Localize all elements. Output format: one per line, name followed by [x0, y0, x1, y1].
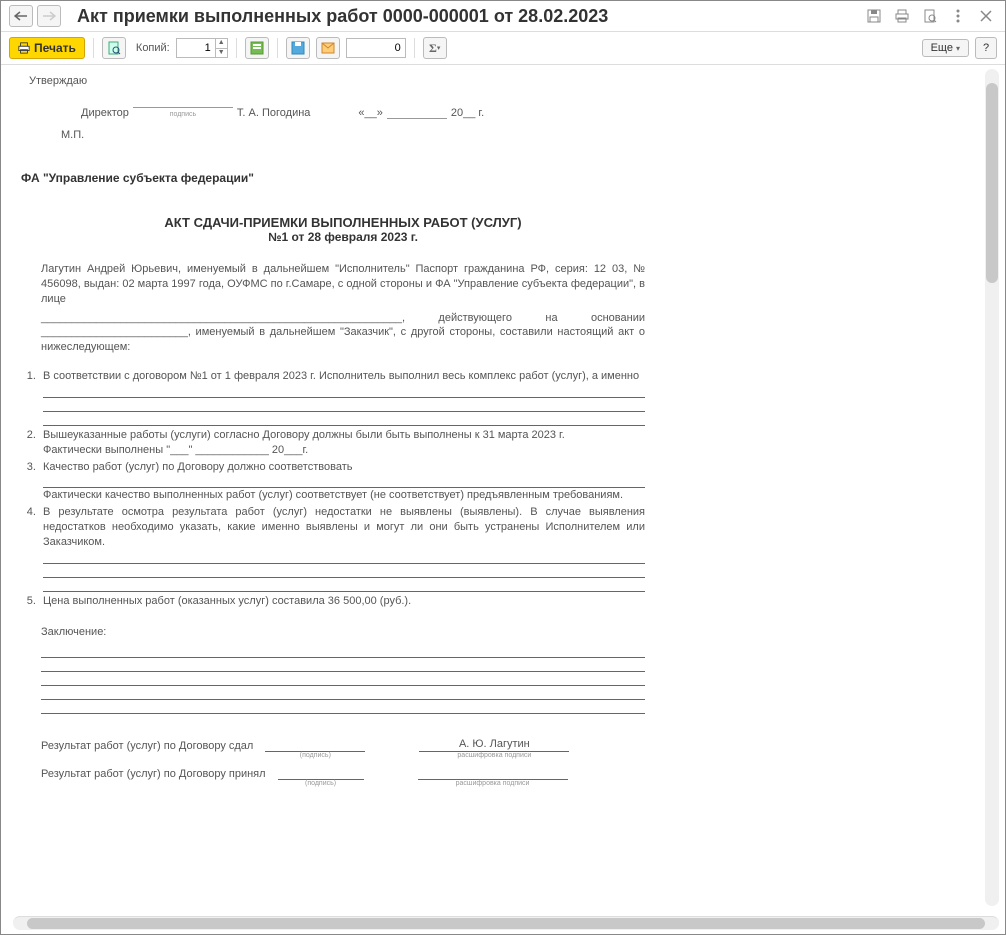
template-button[interactable] — [245, 37, 269, 59]
director-name: Т. А. Погодина — [237, 107, 311, 119]
save-button[interactable] — [286, 37, 310, 59]
date-year: 20__ г. — [451, 107, 484, 119]
point-1: В соответствии с договором №1 от 1 февра… — [39, 369, 645, 426]
window-title: Акт приемки выполненных работ 0000-00000… — [77, 6, 859, 27]
print-button-label: Печать — [34, 41, 76, 55]
sign-delivered-label: Результат работ (услуг) по Договору сдал — [41, 740, 253, 752]
doc-subtitle: №1 от 28 февраля 2023 г. — [41, 230, 645, 244]
copies-spinner[interactable]: ▲▼ — [216, 38, 228, 58]
sign-sublabel: (подпись) — [265, 752, 365, 759]
more-button-label: Еще — [931, 42, 953, 54]
vertical-scrollbar[interactable] — [985, 69, 999, 906]
help-button[interactable]: ? — [975, 37, 997, 59]
document-page: Утверждаю Директор подпись Т. А. Погодин… — [13, 65, 653, 820]
save-icon[interactable] — [863, 5, 885, 27]
print-button[interactable]: Печать — [9, 37, 85, 59]
help-label: ? — [983, 42, 989, 54]
sign-accepted-label: Результат работ (услуг) по Договору прин… — [41, 768, 266, 780]
sign-sublabel: подпись — [133, 111, 233, 119]
conclusion-label: Заключение: — [41, 625, 645, 640]
sign-sublabel: (подпись) — [278, 780, 364, 787]
point-5: Цена выполненных работ (оказанных услуг)… — [39, 594, 645, 609]
mp-label: М.П. — [61, 129, 645, 141]
more-menu-icon[interactable] — [947, 5, 969, 27]
name-sublabel: расшифровка подписи — [418, 780, 568, 787]
app-window: Акт приемки выполненных работ 0000-00000… — [0, 0, 1006, 935]
point-4: В результате осмотра результата работ (у… — [39, 505, 645, 592]
sign-delivered-name: А. Ю. Лагутин — [459, 738, 530, 750]
mail-button[interactable] — [316, 37, 340, 59]
copies-label: Копий: — [136, 42, 170, 54]
preamble-1: Лагутин Андрей Юрьевич, именуемый в даль… — [41, 262, 645, 307]
toolbar: Печать Копий: ▲▼ Σ ▾ — [1, 32, 1005, 65]
preamble-2: ________________________________________… — [41, 311, 645, 356]
close-icon[interactable] — [975, 5, 997, 27]
horizontal-scrollbar[interactable] — [13, 916, 999, 930]
print-icon[interactable] — [891, 5, 913, 27]
copies-input[interactable] — [176, 38, 216, 58]
separator — [414, 38, 415, 58]
date-open: «__» — [358, 107, 382, 119]
director-label: Директор — [81, 107, 129, 119]
scrollbar-thumb[interactable] — [986, 83, 998, 283]
sum-button[interactable]: Σ ▾ — [423, 37, 447, 59]
more-button[interactable]: Еще ▾ — [922, 39, 969, 57]
back-button[interactable] — [9, 5, 33, 27]
separator — [236, 38, 237, 58]
preview-button[interactable] — [102, 37, 126, 59]
point-3: Качество работ (услуг) по Договору должн… — [39, 460, 645, 504]
preview-icon[interactable] — [919, 5, 941, 27]
separator — [93, 38, 94, 58]
titlebar: Акт приемки выполненных работ 0000-00000… — [1, 1, 1005, 32]
scrollbar-thumb[interactable] — [27, 918, 985, 929]
doc-title: АКТ СДАЧИ-ПРИЕМКИ ВЫПОЛНЕННЫХ РАБОТ (УСЛ… — [41, 215, 645, 230]
name-sublabel: расшифровка подписи — [419, 752, 569, 759]
point-2: Вышеуказанные работы (услуги) согласно Д… — [39, 428, 645, 458]
separator — [277, 38, 278, 58]
document-viewport[interactable]: Утверждаю Директор подпись Т. А. Погодин… — [13, 65, 983, 910]
org-name: ФА "Управление субъекта федерации" — [21, 171, 645, 185]
approve-label: Утверждаю — [29, 75, 645, 87]
forward-button[interactable] — [37, 5, 61, 27]
count-input[interactable] — [346, 38, 406, 58]
